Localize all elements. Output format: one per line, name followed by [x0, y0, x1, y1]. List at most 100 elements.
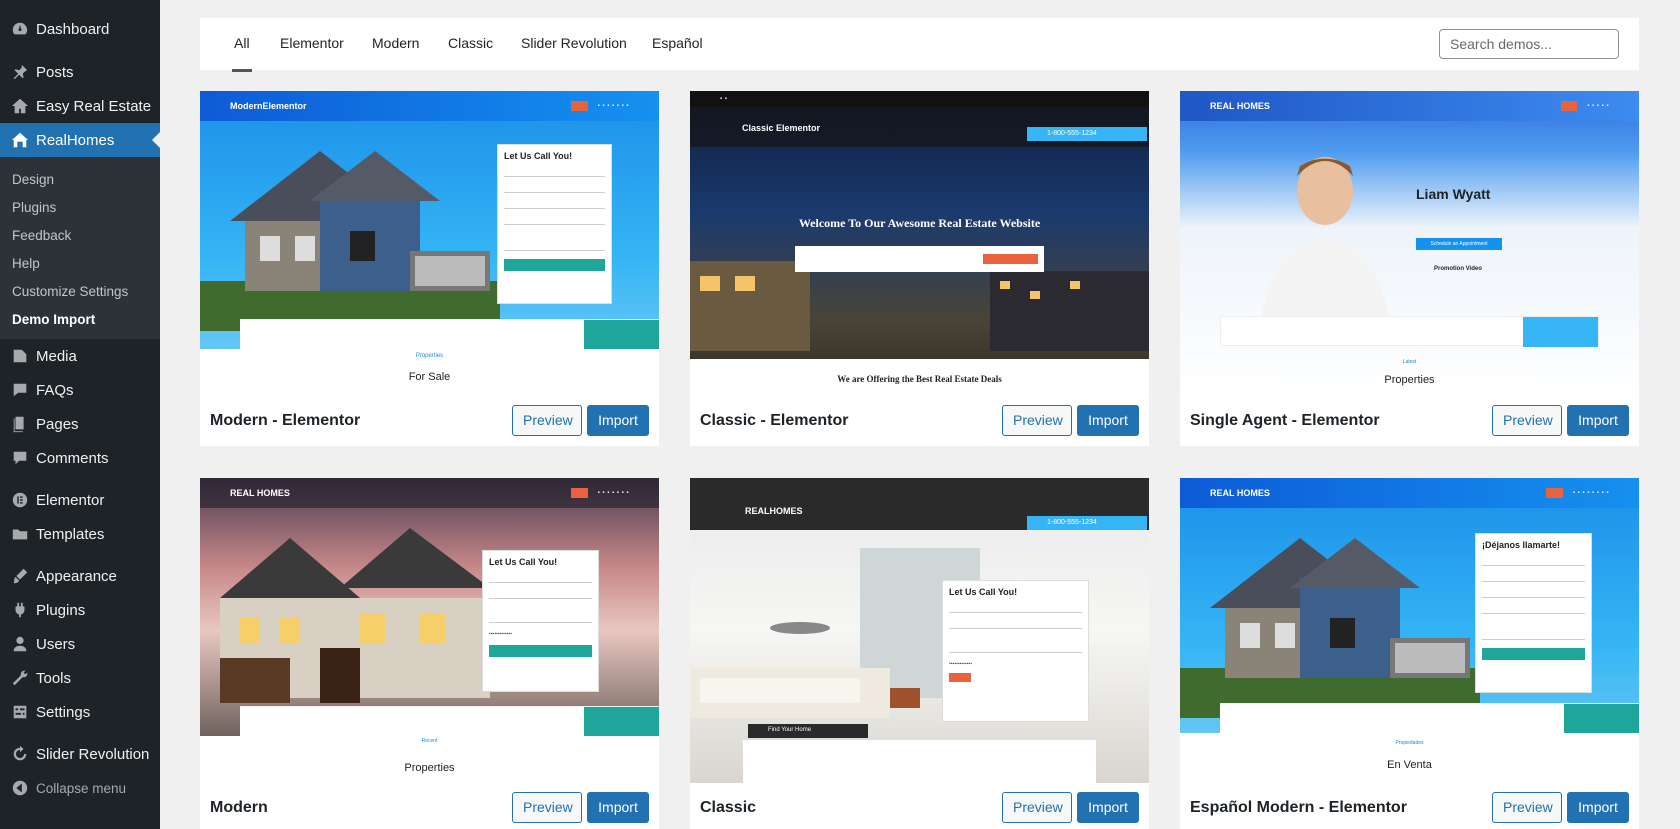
- realhomes-submenu: Design Plugins Feedback Help Customize S…: [0, 157, 160, 339]
- preview-button[interactable]: Preview: [512, 405, 582, 436]
- form-title: ¡Déjanos llamarte!: [1482, 540, 1561, 550]
- menu-item-dashboard[interactable]: Dashboard: [0, 12, 160, 46]
- thumb-searchbar: [1220, 316, 1599, 347]
- menu-item-media[interactable]: Media: [0, 339, 160, 373]
- form-title: Let Us Call You!: [504, 151, 573, 161]
- demo-card-footer: Español Modern - Elementor Preview Impor…: [1180, 785, 1639, 829]
- brush-icon: [10, 566, 30, 586]
- filter-tab-modern[interactable]: Modern: [372, 18, 419, 70]
- import-button[interactable]: Import: [1077, 405, 1139, 436]
- thumb-phone: 1-800-555-1234: [1027, 127, 1147, 141]
- demo-thumbnail[interactable]: ModernElementor ▪ ▪ ▪ ▪ ▪ ▪ ▪ Let Us Cal…: [200, 91, 659, 396]
- filter-tab-espanol[interactable]: Español: [652, 18, 703, 70]
- demo-card: REAL HOMES ▪ ▪ ▪ ▪ ▪ ▪ ▪ Let Us Call You…: [200, 478, 659, 829]
- preview-button[interactable]: Preview: [1492, 405, 1562, 436]
- preview-button[interactable]: Preview: [1492, 792, 1562, 823]
- menu-item-easy-real-estate[interactable]: Easy Real Estate: [0, 89, 160, 123]
- house-icon: [10, 96, 30, 116]
- demo-thumbnail[interactable]: ▪ ▪ Classic Elementor 1-800-555-1234 Wel…: [690, 91, 1149, 396]
- demo-card-footer: Single Agent - Elementor Preview Import: [1180, 398, 1639, 446]
- menu-label: Templates: [36, 525, 105, 543]
- thumb-nav: REAL HOMES ▪ ▪ ▪ ▪ ▪: [1180, 91, 1639, 121]
- menu-label: Tools: [36, 669, 72, 687]
- menu-label: Posts: [36, 63, 74, 81]
- dashboard-icon: [10, 19, 30, 39]
- section-heading: For Sale: [408, 371, 451, 383]
- import-button[interactable]: Import: [1567, 405, 1629, 436]
- submenu-item-help[interactable]: Help: [0, 249, 160, 277]
- submenu-item-customize-settings[interactable]: Customize Settings: [0, 277, 160, 305]
- import-button[interactable]: Import: [1567, 792, 1629, 823]
- menu-item-settings[interactable]: Settings: [0, 695, 160, 729]
- collapse-menu-button[interactable]: Collapse menu: [0, 771, 160, 805]
- menu-item-faqs[interactable]: FAQs: [0, 373, 160, 407]
- thumb-logo: REAL HOMES: [1210, 101, 1270, 111]
- thumb-searchbar: [240, 706, 659, 737]
- filter-tab-slider-revolution[interactable]: Slider Revolution: [521, 18, 627, 70]
- filter-tab-classic[interactable]: Classic: [448, 18, 493, 70]
- menu-item-plugins[interactable]: Plugins: [0, 593, 160, 627]
- menu-label: Elementor: [36, 491, 105, 509]
- menu-item-comments[interactable]: Comments: [0, 441, 160, 475]
- section-tag: Properties: [415, 353, 444, 359]
- thumb-callback-form: Let Us Call You! ▪▪▪▪▪▪▪▪▪▪▪▪▪: [942, 580, 1089, 722]
- filter-tab-all[interactable]: All: [232, 18, 252, 72]
- demo-card: ▪ ▪ Classic Elementor 1-800-555-1234 Wel…: [690, 91, 1149, 446]
- agent-name: Liam Wyatt: [1416, 186, 1491, 202]
- menu-label: FAQs: [36, 381, 74, 399]
- menu-item-templates[interactable]: Templates: [0, 517, 160, 551]
- collapse-icon: [10, 778, 30, 798]
- menu-item-realhomes[interactable]: RealHomes: [0, 123, 160, 157]
- settings-icon: [10, 702, 30, 722]
- demo-title: Modern - Elementor: [210, 412, 361, 429]
- demo-thumbnail[interactable]: REAL HOMES ▪ ▪ ▪ ▪ ▪ ▪ ▪ Let Us Call You…: [200, 478, 659, 783]
- menu-item-appearance[interactable]: Appearance: [0, 559, 160, 593]
- demo-filter-bar: All Elementor Modern Classic Slider Revo…: [200, 18, 1639, 72]
- submenu-item-demo-import[interactable]: Demo Import: [0, 305, 160, 333]
- menu-item-pages[interactable]: Pages: [0, 407, 160, 441]
- menu-item-tools[interactable]: Tools: [0, 661, 160, 695]
- import-button[interactable]: Import: [587, 792, 649, 823]
- menu-label: Pages: [36, 415, 79, 433]
- wrench-icon: [10, 668, 30, 688]
- submenu-item-plugins[interactable]: Plugins: [0, 193, 160, 221]
- preview-button[interactable]: Preview: [1002, 405, 1072, 436]
- demo-card: ModernElementor ▪ ▪ ▪ ▪ ▪ ▪ ▪ Let Us Cal…: [200, 91, 659, 446]
- demo-thumbnail[interactable]: REAL HOMES ▪ ▪ ▪ ▪ ▪ ▪ ▪ ▪ ¡Déjanos llam…: [1180, 478, 1639, 783]
- import-button[interactable]: Import: [1077, 792, 1139, 823]
- refresh-icon: [10, 744, 30, 764]
- import-button[interactable]: Import: [587, 405, 649, 436]
- house-photo: [200, 151, 500, 331]
- section-heading: Properties: [1384, 374, 1435, 386]
- thumb-nav: REAL HOMES ▪ ▪ ▪ ▪ ▪ ▪ ▪: [200, 478, 659, 508]
- preview-button[interactable]: Preview: [1002, 792, 1072, 823]
- menu-item-elementor[interactable]: Elementor: [0, 483, 160, 517]
- menu-label: RealHomes: [36, 131, 115, 149]
- thumb-cta: Schedule an Appointment: [1416, 238, 1502, 250]
- demo-title: Single Agent - Elementor: [1190, 412, 1380, 429]
- menu-item-users[interactable]: Users: [0, 627, 160, 661]
- menu-item-posts[interactable]: Posts: [0, 55, 160, 89]
- submenu-item-design[interactable]: Design: [0, 165, 160, 193]
- search-demos-input[interactable]: [1439, 29, 1619, 59]
- section-heading: En Venta: [1387, 759, 1432, 771]
- thumb-logo: Classic Elementor: [742, 123, 821, 133]
- section-tag: Propiedades: [1395, 740, 1424, 746]
- demo-thumbnail[interactable]: REAL HOMES ▪ ▪ ▪ ▪ ▪ Liam Wyatt Schedule…: [1180, 91, 1639, 396]
- thumb-topbar: ▪ ▪: [690, 91, 1149, 107]
- filter-tab-elementor[interactable]: Elementor: [280, 18, 344, 70]
- thumb-searchbar: [240, 319, 659, 350]
- demo-thumbnail[interactable]: REALHOMES 1-800-555-1234 Find Your Home …: [690, 478, 1149, 783]
- menu-item-slider-revolution[interactable]: Slider Revolution: [0, 737, 160, 771]
- submenu-item-feedback[interactable]: Feedback: [0, 221, 160, 249]
- thumb-callback-form: Let Us Call You! ▪▪▪▪▪▪▪▪▪▪▪▪▪: [482, 550, 599, 692]
- section-heading: We are Offering the Best Real Estate Dea…: [837, 374, 1002, 384]
- faqs-icon: [10, 380, 30, 400]
- menu-label: Dashboard: [36, 20, 110, 38]
- demo-card-footer: Classic Preview Import: [690, 785, 1149, 829]
- menu-label: Media: [36, 347, 77, 365]
- menu-label: Comments: [36, 449, 109, 467]
- preview-button[interactable]: Preview: [512, 792, 582, 823]
- media-icon: [10, 346, 30, 366]
- thumb-callback-form: Let Us Call You!: [497, 144, 612, 304]
